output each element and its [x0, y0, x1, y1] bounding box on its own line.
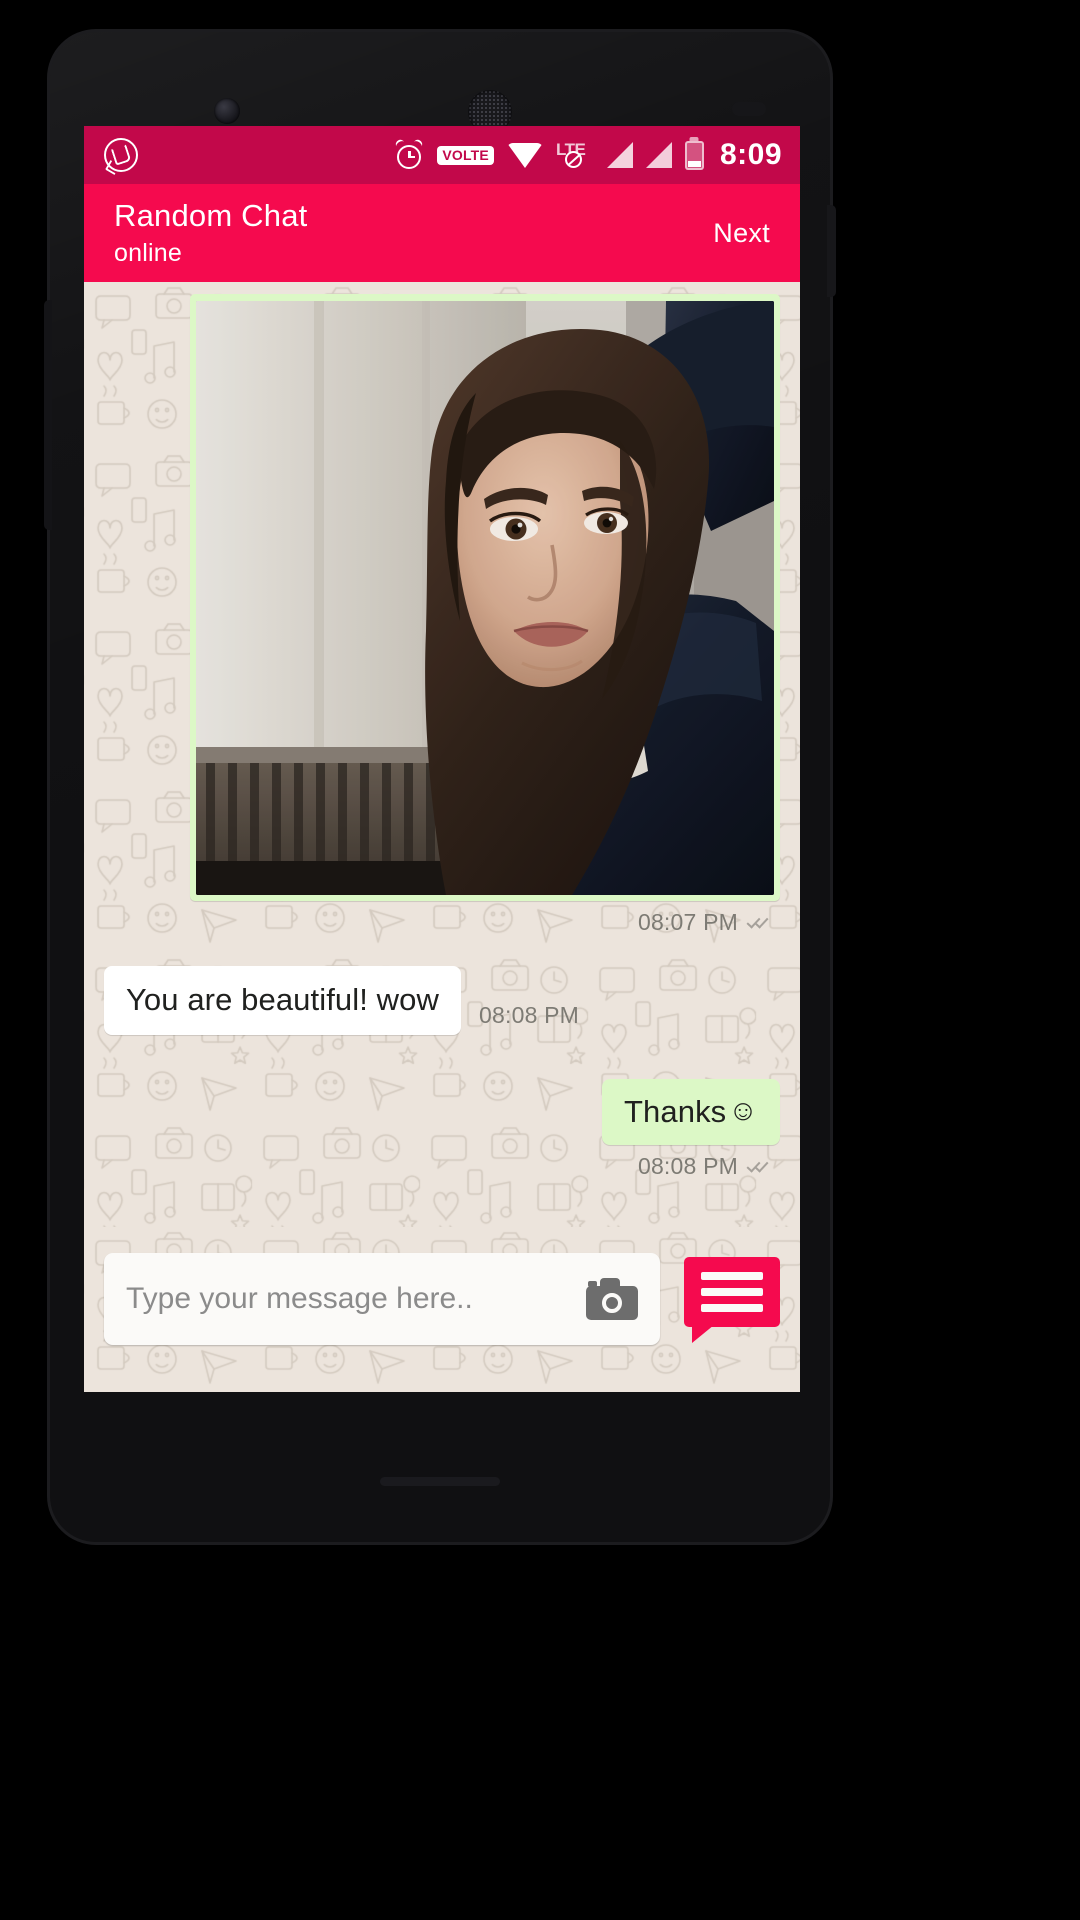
- wifi-icon: [506, 142, 543, 168]
- no-data-icon: LTE: [556, 140, 594, 170]
- message-composer: [84, 1227, 800, 1392]
- volte-badge: VOLTE: [437, 145, 494, 165]
- message-row-image[interactable]: [104, 290, 780, 901]
- delivered-ticks-icon: [746, 1158, 774, 1176]
- message-input-container[interactable]: [104, 1252, 660, 1345]
- send-button[interactable]: [684, 1256, 780, 1343]
- image-message-bubble[interactable]: [190, 294, 780, 901]
- delivered-ticks-icon: [746, 913, 774, 932]
- alarm-clock-icon: [394, 138, 425, 170]
- message-meta-outgoing: 08:08 PM: [104, 1153, 780, 1180]
- incoming-message-text: You are beautiful! wow: [126, 982, 439, 1017]
- status-bar: VOLTE LTE 8:09: [84, 126, 800, 184]
- signal-bars-icon-2: [645, 142, 672, 168]
- sent-photo[interactable]: [196, 301, 774, 895]
- chat-message-list[interactable]: 08:07 PM You are beautiful! wow 08:08 PM…: [84, 282, 800, 1227]
- app-bar: Random Chat online Next: [84, 184, 800, 282]
- whatsapp-icon: [104, 138, 138, 172]
- message-meta-image: 08:07 PM: [104, 909, 780, 936]
- incoming-message-bubble[interactable]: You are beautiful! wow: [104, 966, 461, 1035]
- front-camera: [214, 98, 240, 124]
- page-title: Random Chat: [114, 197, 308, 233]
- next-button[interactable]: Next: [697, 208, 774, 259]
- message-input[interactable]: [126, 1281, 576, 1316]
- bottom-speaker-grill: [380, 1477, 500, 1486]
- power-button[interactable]: [827, 205, 836, 297]
- smiling-face-emoji: ☺: [728, 1094, 758, 1127]
- proximity-sensor: [732, 102, 766, 116]
- volume-button[interactable]: [44, 300, 52, 530]
- message-timestamp: 08:08 PM: [637, 1153, 738, 1180]
- phone-screen: VOLTE LTE 8:09 Random Chat online Next 0…: [84, 126, 800, 1392]
- outgoing-message-text: Thanks ☺: [624, 1094, 758, 1130]
- status-badge: online: [114, 238, 182, 267]
- outgoing-message-label: Thanks: [624, 1093, 727, 1129]
- message-timestamp: 08:07 PM: [637, 909, 738, 935]
- photo-artwork: [196, 301, 774, 895]
- camera-icon[interactable]: [586, 1277, 638, 1320]
- message-row-incoming[interactable]: You are beautiful! wow 08:08 PM: [104, 966, 780, 1035]
- signal-bars-icon-1: [606, 142, 633, 168]
- battery-low-icon: [684, 140, 704, 170]
- message-row-outgoing[interactable]: Thanks ☺: [104, 1078, 780, 1146]
- status-clock: 8:09: [719, 138, 782, 171]
- outgoing-message-bubble[interactable]: Thanks ☺: [602, 1078, 780, 1146]
- message-timestamp: 08:08 PM: [479, 1001, 580, 1028]
